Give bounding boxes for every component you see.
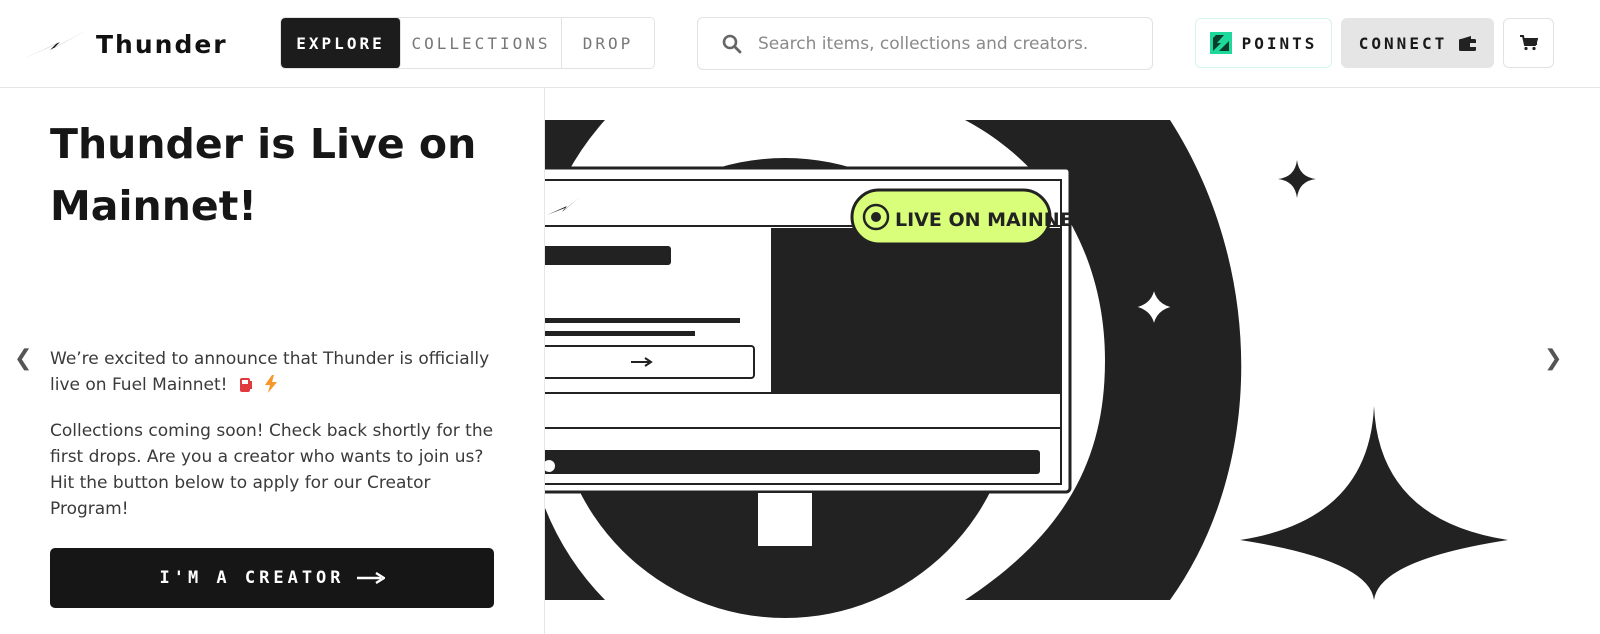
search-icon: [722, 34, 742, 53]
badge-label: LIVE ON MAINNET!: [895, 209, 1094, 231]
hero-illustration-svg: LIVE ON MAINNET!: [545, 120, 1508, 618]
cart-button[interactable]: [1503, 18, 1554, 68]
wallet-icon: [1459, 35, 1477, 51]
search-bar[interactable]: [697, 17, 1153, 70]
creator-button-label: I'M A CREATOR: [159, 568, 345, 588]
hero-text-panel: Thunder is Live on Mainnet! We’re excite…: [0, 88, 545, 634]
search-input[interactable]: [758, 18, 1152, 69]
carousel-prev-button[interactable]: ❮: [14, 346, 32, 371]
hero-title: Thunder is Live on Mainnet!: [50, 120, 477, 230]
fuel-points-icon: [1209, 32, 1232, 54]
main-nav-tabs: EXPLORE COLLECTIONS DROP: [280, 17, 655, 69]
brand-name: Thunder: [96, 29, 228, 59]
cart-icon: [1519, 35, 1538, 51]
im-a-creator-button[interactable]: I'M A CREATOR: [50, 548, 494, 608]
hero-description-creators: Collections coming soon! Check back shor…: [50, 421, 494, 519]
tab-drop[interactable]: DROP: [562, 18, 654, 68]
tab-explore[interactable]: EXPLORE: [281, 18, 401, 68]
connect-wallet-button[interactable]: CONNECT: [1341, 18, 1494, 68]
lightning-bolt-logo-icon: [21, 29, 89, 60]
brand-logo[interactable]: Thunder: [20, 24, 228, 64]
points-button[interactable]: POINTS: [1195, 18, 1332, 68]
hero-description-announcement: We’re excited to announce that Thunder i…: [50, 346, 490, 398]
hero-illustration: LIVE ON MAINNET!: [545, 88, 1600, 634]
tab-collections[interactable]: COLLECTIONS: [401, 18, 562, 68]
arrow-right-icon: [356, 572, 385, 584]
lightning-icon: [265, 375, 278, 393]
fuel-pump-icon: [239, 378, 252, 392]
top-header: Thunder EXPLORE COLLECTIONS DROP POINTS …: [0, 0, 1600, 88]
points-label: POINTS: [1241, 33, 1318, 53]
connect-label: CONNECT: [1358, 33, 1448, 53]
